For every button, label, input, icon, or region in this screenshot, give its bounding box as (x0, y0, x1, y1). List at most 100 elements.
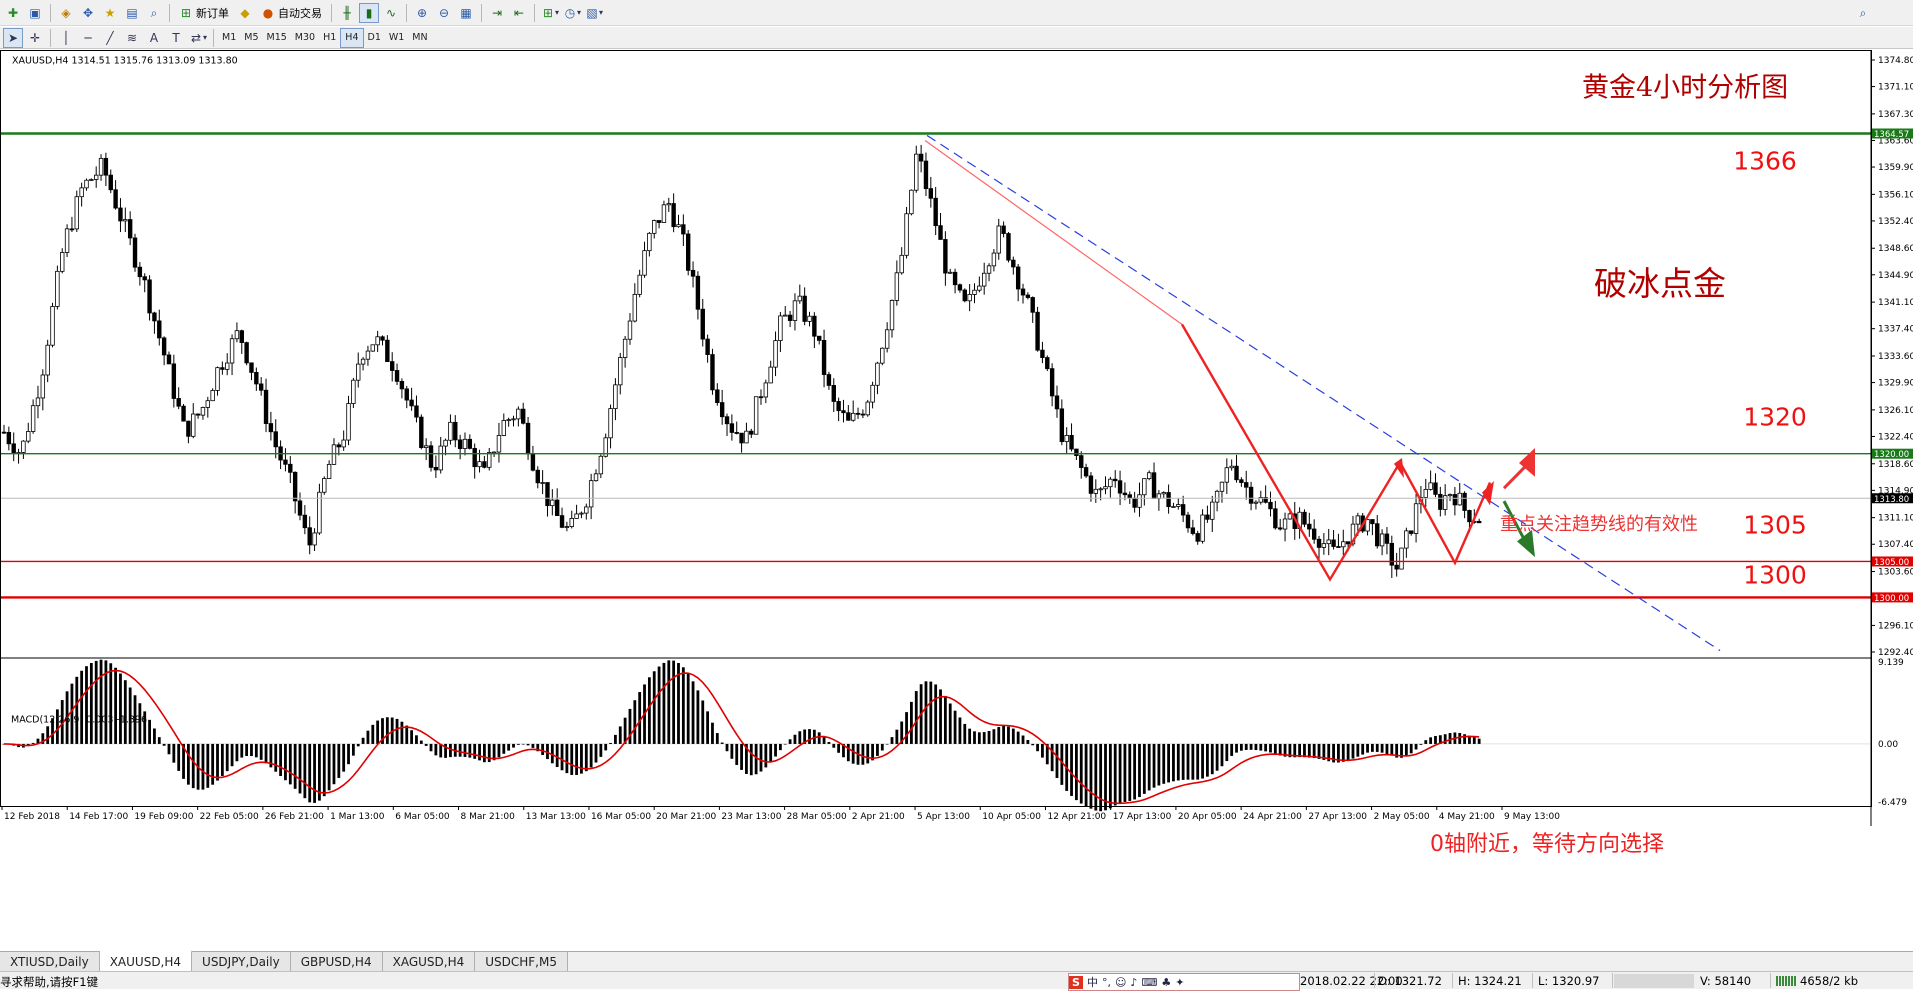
macd-histogram-bar (1113, 743, 1117, 806)
candle-body (948, 271, 953, 274)
profiles-icon[interactable]: ▣ (25, 3, 45, 23)
candle-body (904, 213, 909, 256)
timeframe-m5[interactable]: M5 (240, 29, 262, 47)
mic-icon[interactable]: ♪ (1130, 976, 1137, 989)
text-icon[interactable]: A (144, 28, 164, 48)
candle-body (860, 413, 866, 416)
skin-icon[interactable]: ♣ (1161, 976, 1171, 989)
search-icon[interactable]: ⌕ (1853, 3, 1873, 23)
candle-body (142, 276, 147, 281)
time-tick-label: 17 Apr 13:00 (1113, 812, 1172, 822)
periods-icon[interactable]: ◷ ▾ (562, 3, 582, 23)
crosshair-icon[interactable]: ✛ (25, 28, 45, 48)
templates-icon[interactable]: ▧ ▾ (584, 3, 604, 23)
candle-body (336, 444, 342, 448)
ime-bar[interactable]: S 中 °, ☺ ♪ ⌨ ♣ ✦ (1068, 973, 1300, 991)
candle-body (744, 430, 749, 444)
macd-histogram-bar (730, 743, 734, 759)
candle (1399, 547, 1404, 570)
timeframe-h1[interactable]: H1 (319, 29, 340, 47)
timeframe-mn[interactable]: MN (408, 29, 431, 47)
main-toolbar: ✚ ▣ ◈ ✥ ★ ▤ ⌕ ⊞ 新订单 ◆ ● 自动交易 ╫ ▮ ∿ ⊕ ⊖ ▦ ⇥… (0, 0, 1913, 26)
candle-body (530, 453, 536, 471)
text-label-icon[interactable]: T (166, 28, 186, 48)
new-chart-icon[interactable]: ✚ (3, 3, 23, 23)
keyboard-icon[interactable]: ⌨ (1141, 976, 1157, 989)
status-separator (1612, 973, 1613, 988)
tab-xtiusd-daily[interactable]: XTIUSD,Daily (0, 952, 100, 971)
macd-histogram-bar (298, 743, 302, 794)
candle-body (715, 389, 720, 403)
candle-body (302, 514, 308, 529)
horizontal-line-icon[interactable]: ─ (78, 28, 98, 48)
zoom-out-icon[interactable]: ⊖ (434, 3, 454, 23)
indicators-icon[interactable]: ⊞ ▾ (540, 3, 560, 23)
macd-histogram-bar (342, 743, 346, 772)
time-tick-label: 20 Mar 21:00 (656, 812, 716, 822)
candle-body (797, 295, 803, 302)
candle-body (996, 225, 1001, 254)
auto-scroll-icon[interactable]: ⇥ (487, 3, 507, 23)
candle-body (1, 431, 7, 434)
price-chart[interactable]: 1366 1320 1305 1300 1374.80 1371.10 1367.30 13… (0, 50, 1913, 968)
candle-body (220, 367, 225, 370)
tab-xagusd-h4[interactable]: XAGUSD,H4 (382, 952, 476, 971)
navigator-icon[interactable]: ★ (100, 3, 120, 23)
timeframe-m15[interactable]: M15 (263, 29, 291, 47)
auto-trade-button[interactable]: ● 自动交易 (257, 3, 326, 23)
macd-histogram-bar (880, 743, 884, 751)
arrows-icon[interactable]: ⇄ ▾ (188, 28, 208, 48)
timeframe-m30[interactable]: M30 (291, 29, 319, 47)
terminal-icon[interactable]: ▤ (122, 3, 142, 23)
data-window-icon[interactable]: ✥ (78, 3, 98, 23)
vertical-line-icon[interactable]: │ (56, 28, 76, 48)
chart-tabs: XTIUSD,Daily XAUUSD,H4 USDJPY,Daily GBPUSD,… (0, 950, 1913, 971)
tile-windows-icon[interactable]: ▦ (456, 3, 476, 23)
tab-xauusd-h4[interactable]: XAUUSD,H4 (99, 950, 193, 971)
cursor-icon[interactable]: ➤ (3, 27, 23, 48)
macd-histogram-bar (167, 743, 171, 755)
tools-icon[interactable]: ✦ (1175, 976, 1184, 989)
new-order-button[interactable]: ⊞ 新订单 (175, 3, 233, 23)
price-tick-label: 1348.60 (1878, 244, 1913, 254)
candle-body (821, 340, 827, 375)
tab-usdchf-m5[interactable]: USDCHF,M5 (475, 952, 568, 971)
timeframe-m1[interactable]: M1 (218, 29, 240, 47)
macd-histogram-bar (1041, 743, 1044, 758)
macd-histogram-bar (876, 743, 879, 756)
timeframe-h4[interactable]: H4 (340, 27, 364, 48)
market-watch-icon[interactable]: ◈ (56, 3, 76, 23)
macd-histogram-bar (749, 743, 753, 776)
candle-body (1015, 266, 1021, 290)
tester-icon[interactable]: ⌕ (144, 3, 164, 23)
macd-histogram-bar (1026, 740, 1030, 744)
ime-toggle-icon[interactable]: 中 (1087, 974, 1098, 990)
macd-histogram-bar (322, 743, 326, 797)
punct-icon[interactable]: °, (1102, 976, 1111, 989)
macd-histogram-bar (274, 743, 278, 772)
candle-body (40, 374, 46, 399)
candle-body (729, 423, 735, 433)
macd-histogram-bar (347, 743, 350, 765)
emoji-icon[interactable]: ☺ (1115, 976, 1126, 989)
zoom-in-icon[interactable]: ⊕ (412, 3, 432, 23)
candlestick-icon[interactable]: ▮ (359, 2, 379, 23)
trendline-icon[interactable]: ╱ (100, 28, 120, 48)
chart-shift-icon[interactable]: ⇤ (509, 3, 529, 23)
timeframe-d1[interactable]: D1 (364, 29, 385, 47)
bar-chart-icon[interactable]: ╫ (337, 3, 357, 23)
candle-body (914, 153, 919, 191)
tab-gbpusd-h4[interactable]: GBPUSD,H4 (290, 952, 383, 971)
macd-histogram-bar (526, 743, 530, 746)
candle-body (1268, 501, 1273, 510)
candle-body (137, 266, 143, 278)
timeframe-w1[interactable]: W1 (385, 29, 408, 47)
metaeditor-icon[interactable]: ◆ (235, 3, 255, 23)
tab-usdjpy-daily[interactable]: USDJPY,Daily (192, 952, 291, 971)
macd-histogram-bar (458, 743, 462, 757)
candle-body (1379, 533, 1385, 547)
candle-body (855, 412, 861, 415)
channel-icon[interactable]: ≋ (122, 28, 142, 48)
line-chart-icon[interactable]: ∿ (381, 3, 401, 23)
macd-histogram-bar (308, 743, 312, 803)
